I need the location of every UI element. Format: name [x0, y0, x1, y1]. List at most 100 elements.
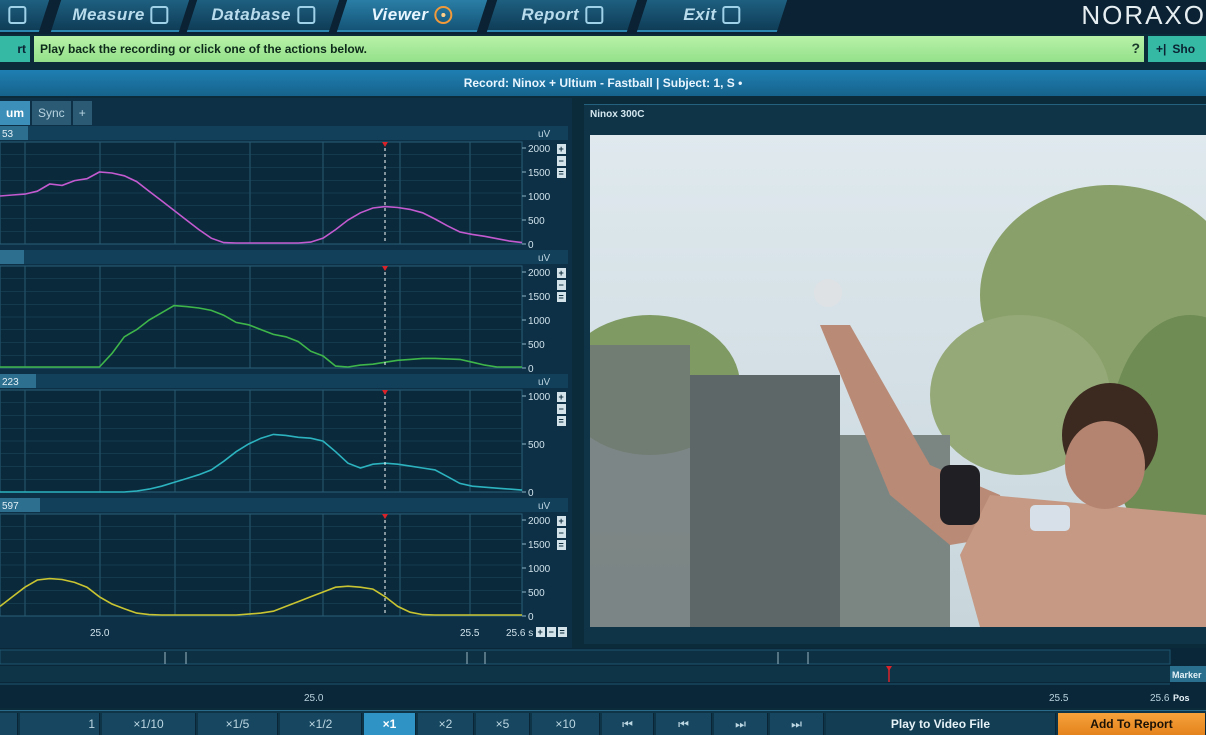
- timeline-tick-label: 25.0: [304, 693, 324, 704]
- hint-text: Play back the recording or click one of …: [40, 42, 367, 56]
- timeline-marker-track[interactable]: [0, 666, 1170, 682]
- channel-zoom-label: =: [559, 416, 564, 426]
- timeline-tick-label: 25.6: [1150, 693, 1170, 704]
- channel-header[interactable]: [0, 126, 568, 140]
- y-tick-label: 500: [528, 340, 545, 351]
- speed-1x-button[interactable]: ×1: [364, 713, 416, 735]
- timeline-overview-strip[interactable]: [0, 649, 1171, 665]
- channel-zoom-label: −: [559, 156, 564, 166]
- subtab-ultium[interactable]: um: [0, 101, 30, 125]
- emg-charts[interactable]: 53 uV2000150010005000+−=uV200015001000500…: [0, 126, 572, 648]
- y-tick-label: 1000: [528, 392, 551, 403]
- speed-10x-button[interactable]: ×10: [532, 713, 600, 735]
- record-title: Record: Ninox + Ultium - Fastball | Subj…: [463, 76, 743, 90]
- channel-unit: uV: [538, 129, 551, 140]
- brand-logo: NORAXO: [1081, 0, 1206, 30]
- nav-tab-measure[interactable]: Measure: [50, 0, 190, 32]
- channel-header[interactable]: [0, 250, 568, 264]
- channel-label-tab[interactable]: [0, 250, 24, 264]
- channel-header[interactable]: [0, 374, 568, 388]
- database-icon: [297, 6, 316, 24]
- timeline-tick-label: 25.5: [1049, 693, 1069, 704]
- speed-2x-button[interactable]: ×2: [418, 713, 474, 735]
- y-tick-label: 0: [528, 364, 534, 375]
- nav-tab-report[interactable]: Report: [486, 0, 638, 32]
- skip-forward-icon: ⏭: [791, 716, 802, 731]
- nav-tab-exit[interactable]: Exit: [636, 0, 788, 32]
- y-tick-label: 1000: [528, 316, 551, 327]
- speed-1-2-button[interactable]: ×1/2: [280, 713, 362, 735]
- x-tick-label: 25.0: [90, 628, 110, 639]
- info-bar: rt Play back the recording or click one …: [0, 36, 1206, 62]
- step-forward-icon: ⏭: [735, 716, 746, 731]
- channel-label: 53: [2, 129, 14, 140]
- nav-tab-label: Exit: [683, 5, 717, 24]
- step-back-icon: ⏮: [678, 716, 689, 731]
- timeline-marker-label: Marker: [1172, 670, 1202, 680]
- y-tick-label: 0: [528, 240, 534, 251]
- x-tick-label: 25.5: [460, 628, 480, 639]
- y-tick-label: 500: [528, 440, 545, 451]
- speed-1-5-button[interactable]: ×1/5: [198, 713, 278, 735]
- channel-zoom-label: =: [559, 168, 564, 178]
- channel-label: 597: [2, 501, 19, 512]
- channel-zoom-label: −: [559, 404, 564, 414]
- time-zoom-label: +: [538, 627, 543, 637]
- help-icon[interactable]: ?: [1131, 40, 1140, 56]
- nav-tab-viewer[interactable]: Viewer: [336, 0, 488, 32]
- y-tick-label: 1000: [528, 564, 551, 575]
- video-fence: [590, 345, 690, 627]
- timeline[interactable]: Marker 25.0 25.5 25.6 Pos: [0, 648, 1206, 708]
- collapse-icon: +|: [1156, 42, 1167, 56]
- nav-tab-database[interactable]: Database: [186, 0, 340, 32]
- y-tick-label: 500: [528, 216, 545, 227]
- nav-tab-home[interactable]: [0, 0, 50, 32]
- channel-zoom-label: −: [559, 528, 564, 538]
- play-to-video-file-button[interactable]: Play to Video File: [826, 713, 1056, 735]
- start-button[interactable]: rt: [0, 36, 30, 62]
- channel-zoom-label: +: [559, 516, 564, 526]
- time-zoom-label: −: [549, 627, 554, 637]
- skip-to-end-button[interactable]: ⏭: [770, 713, 824, 735]
- x-tick-label: 25.6 s: [506, 628, 533, 639]
- y-tick-label: 1000: [528, 192, 551, 203]
- nav-tab-label: Report: [521, 5, 580, 24]
- channel-unit: uV: [538, 253, 551, 264]
- y-tick-label: 1500: [528, 540, 551, 551]
- viewer-globe-icon: [434, 6, 453, 24]
- y-tick-label: 0: [528, 612, 534, 623]
- channel-zoom-label: +: [559, 392, 564, 402]
- show-panel-button[interactable]: +| Sho: [1148, 36, 1206, 62]
- channel-header[interactable]: [0, 498, 568, 512]
- add-to-report-button[interactable]: Add To Report: [1058, 713, 1206, 735]
- timeline-pos-label: Pos: [1173, 693, 1190, 703]
- emg-chart-panel: um Sync + 53 uV 2000 1500 1000 500 0 + − = uV 2000 1…: [0, 98, 572, 648]
- skip-back-icon: ⏮: [622, 716, 633, 731]
- speed-1-10-button[interactable]: ×1/10: [102, 713, 196, 735]
- channel-zoom-label: =: [559, 292, 564, 302]
- video-frame[interactable]: [590, 135, 1206, 627]
- show-button-label: Sho: [1172, 42, 1196, 56]
- nav-tab-label: Viewer: [371, 5, 429, 24]
- subtab-sync[interactable]: Sync: [32, 101, 71, 125]
- hint-bar: Play back the recording or click one of …: [34, 36, 1144, 62]
- skip-to-start-button[interactable]: ⏮: [602, 713, 654, 735]
- nav-tab-label: Measure: [72, 5, 145, 24]
- speed-5x-button[interactable]: ×5: [476, 713, 530, 735]
- subtab-add[interactable]: +: [72, 101, 92, 125]
- frame-input[interactable]: 1: [20, 713, 100, 735]
- y-tick-label: 2000: [528, 268, 551, 279]
- step-back-button[interactable]: ⏮: [656, 713, 712, 735]
- step-forward-button[interactable]: ⏭: [714, 713, 768, 735]
- y-tick-label: 1500: [528, 168, 551, 179]
- timeline-svg[interactable]: Marker 25.0 25.5 25.6 Pos: [0, 648, 1206, 708]
- channel-zoom-label: +: [559, 144, 564, 154]
- exit-icon: [722, 6, 741, 24]
- top-navigation: Measure Database Viewer Report Exit NORA…: [0, 0, 1206, 34]
- channel-zoom-label: −: [559, 280, 564, 290]
- y-tick-label: 0: [528, 488, 534, 499]
- control-edge: [0, 713, 18, 735]
- channel-unit: uV: [538, 501, 551, 512]
- y-tick-label: 1500: [528, 292, 551, 303]
- video-camera-label: Ninox 300C: [590, 109, 645, 120]
